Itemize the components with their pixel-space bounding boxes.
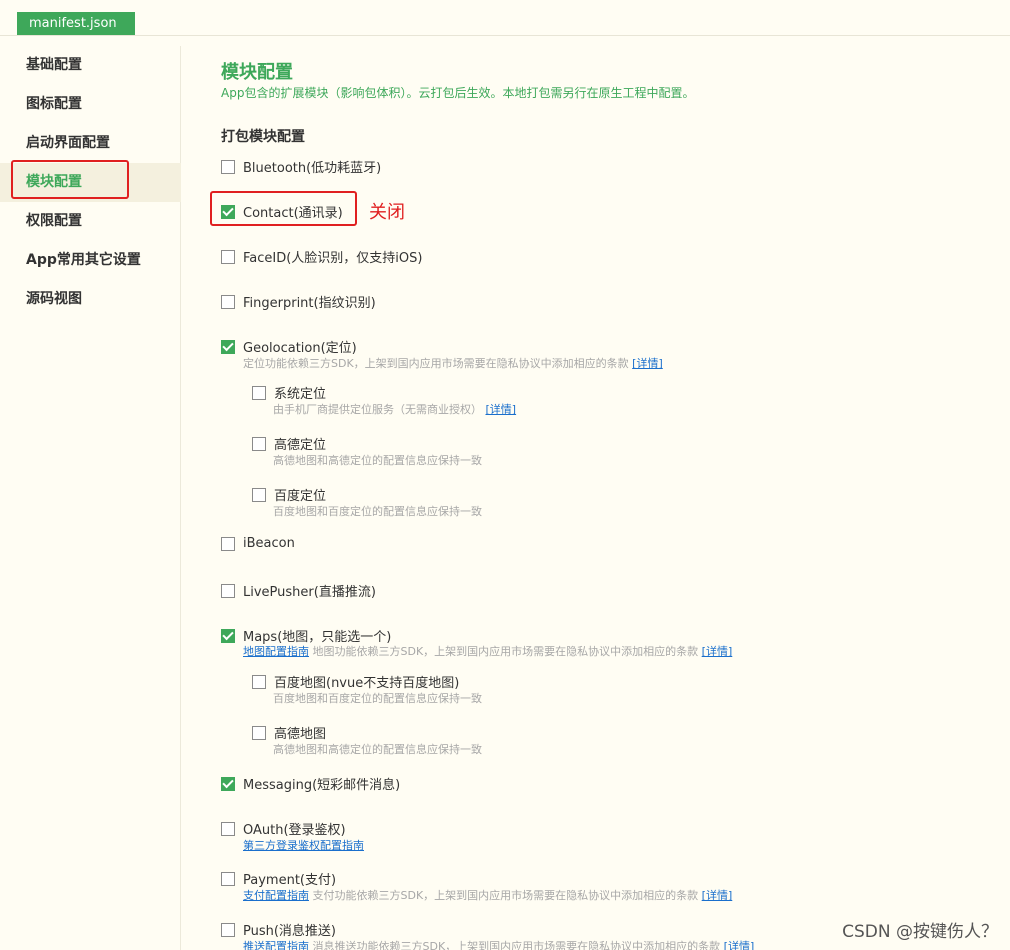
module-faceid[interactable]: FaceID(人脸识别，仅支持iOS)	[221, 247, 422, 266]
system-location-description: 由手机厂商提供定位服务（无需商业授权） [详情]	[273, 401, 516, 417]
main-content: 模块配置 App包含的扩展模块（影响包体积）。云打包后生效。本地打包需另行在原生…	[221, 0, 1010, 950]
module-label: iBeacon	[243, 536, 295, 551]
module-fingerprint[interactable]: Fingerprint(指纹识别)	[221, 292, 376, 311]
payment-description: 支付配置指南 支付功能依赖三方SDK，上架到国内应用市场需要在隐私协议中添加相应…	[243, 887, 732, 903]
checkbox-messaging[interactable]	[221, 776, 235, 791]
module-label: Geolocation(定位)	[243, 341, 357, 356]
sidebar-item-app-other-settings[interactable]: App常用其它设置	[0, 241, 181, 280]
sidebar-item-source-view[interactable]: 源码视图	[0, 280, 181, 319]
submodule-baidu-map[interactable]: 百度地图(nvue不支持百度地图)	[252, 672, 459, 691]
module-label: FaceID(人脸识别，仅支持iOS)	[243, 251, 423, 266]
checkbox-system-location[interactable]	[252, 385, 266, 400]
module-label: Fingerprint(指纹识别)	[243, 296, 376, 311]
submodule-label: 百度地图(nvue不支持百度地图)	[274, 676, 460, 691]
checkbox-bluetooth[interactable]	[221, 159, 235, 174]
submodule-amap-location[interactable]: 高德定位	[252, 434, 326, 453]
page-description: App包含的扩展模块（影响包体积）。云打包后生效。本地打包需另行在原生工程中配置…	[221, 86, 695, 100]
module-push[interactable]: Push(消息推送)	[221, 920, 336, 939]
push-guide-link[interactable]: 推送配置指南	[243, 940, 309, 950]
section-title: 打包模块配置	[221, 129, 305, 145]
module-livepusher[interactable]: LivePusher(直播推流)	[221, 581, 376, 600]
details-link[interactable]: [详情]	[632, 357, 663, 370]
details-link[interactable]: [详情]	[702, 645, 733, 658]
submodule-baidu-location[interactable]: 百度定位	[252, 485, 326, 504]
submodule-label: 高德定位	[274, 438, 327, 453]
contact-highlight-annotation	[210, 191, 357, 226]
checkbox-geolocation[interactable]	[221, 339, 235, 354]
description-text: 定位功能依赖三方SDK，上架到国内应用市场需要在隐私协议中添加相应的条款	[243, 357, 629, 370]
sidebar-item-basic[interactable]: 基础配置	[0, 46, 181, 85]
checkbox-amap-map[interactable]	[252, 725, 266, 740]
oauth-guide-link[interactable]: 第三方登录鉴权配置指南	[243, 839, 364, 852]
submodule-label: 百度定位	[274, 489, 327, 504]
module-payment[interactable]: Payment(支付)	[221, 869, 336, 888]
maps-guide-link[interactable]: 地图配置指南	[243, 645, 309, 658]
description-text: 由手机厂商提供定位服务（无需商业授权）	[273, 403, 482, 416]
amap-location-description: 高德地图和高德定位的配置信息应保持一致	[273, 454, 482, 467]
checkbox-livepusher[interactable]	[221, 583, 235, 598]
module-geolocation[interactable]: Geolocation(定位)	[221, 337, 357, 356]
maps-description: 地图配置指南 地图功能依赖三方SDK，上架到国内应用市场需要在隐私协议中添加相应…	[243, 643, 732, 659]
annotation-text: 关闭	[369, 202, 405, 223]
checkbox-baidu-location[interactable]	[252, 487, 266, 502]
watermark: CSDN @按键伤人？	[842, 922, 998, 942]
submodule-label: 系统定位	[274, 387, 327, 402]
module-label: Push(消息推送)	[243, 924, 337, 939]
checkbox-baidu-map[interactable]	[252, 674, 266, 689]
push-description: 推送配置指南 消息推送功能依赖三方SDK，上架到国内应用市场需要在隐私协议中添加…	[243, 938, 754, 950]
tab-manifest-json[interactable]: manifest.json	[17, 12, 135, 35]
details-link[interactable]: [详情]	[486, 403, 517, 416]
amap-map-description: 高德地图和高德定位的配置信息应保持一致	[273, 743, 482, 756]
module-oauth[interactable]: OAuth(登录鉴权)	[221, 819, 346, 838]
module-label: OAuth(登录鉴权)	[243, 823, 346, 838]
module-label: Payment(支付)	[243, 873, 337, 888]
checkbox-oauth[interactable]	[221, 821, 235, 836]
submodule-label: 高德地图	[274, 727, 327, 742]
oauth-description: 第三方登录鉴权配置指南	[243, 837, 364, 853]
payment-guide-link[interactable]: 支付配置指南	[243, 889, 309, 902]
checkbox-push[interactable]	[221, 922, 235, 937]
module-label: Messaging(短彩邮件消息)	[243, 778, 401, 793]
sidebar-item-splash[interactable]: 启动界面配置	[0, 124, 181, 163]
module-label: LivePusher(直播推流)	[243, 585, 376, 600]
baidu-location-description: 百度地图和百度定位的配置信息应保持一致	[273, 505, 482, 518]
module-ibeacon[interactable]: iBeacon	[221, 536, 295, 551]
submodule-system-location[interactable]: 系统定位	[252, 383, 326, 402]
submodule-amap-map[interactable]: 高德地图	[252, 723, 326, 742]
checkbox-payment[interactable]	[221, 871, 235, 886]
details-link[interactable]: [详情]	[724, 940, 755, 950]
baidu-map-description: 百度地图和百度定位的配置信息应保持一致	[273, 692, 482, 705]
sidebar-item-icons[interactable]: 图标配置	[0, 85, 181, 124]
page-title: 模块配置	[221, 62, 293, 83]
geolocation-description: 定位功能依赖三方SDK，上架到国内应用市场需要在隐私协议中添加相应的条款 [详情…	[243, 355, 663, 371]
description-text: 地图功能依赖三方SDK，上架到国内应用市场需要在隐私协议中添加相应的条款	[312, 645, 699, 658]
checkbox-maps[interactable]	[221, 628, 235, 643]
module-messaging[interactable]: Messaging(短彩邮件消息)	[221, 774, 400, 793]
sidebar-highlight-annotation	[11, 160, 129, 199]
description-text: 消息推送功能依赖三方SDK，上架到国内应用市场需要在隐私协议中添加相应的条款	[312, 940, 721, 950]
checkbox-amap-location[interactable]	[252, 436, 266, 451]
checkbox-ibeacon[interactable]	[221, 536, 235, 551]
checkbox-faceid[interactable]	[221, 249, 235, 264]
details-link[interactable]: [详情]	[702, 889, 733, 902]
checkbox-fingerprint[interactable]	[221, 294, 235, 309]
module-label: Bluetooth(低功耗蓝牙)	[243, 161, 382, 176]
description-text: 支付功能依赖三方SDK，上架到国内应用市场需要在隐私协议中添加相应的条款	[312, 889, 699, 902]
sidebar-item-permissions[interactable]: 权限配置	[0, 202, 181, 241]
module-bluetooth[interactable]: Bluetooth(低功耗蓝牙)	[221, 157, 381, 176]
